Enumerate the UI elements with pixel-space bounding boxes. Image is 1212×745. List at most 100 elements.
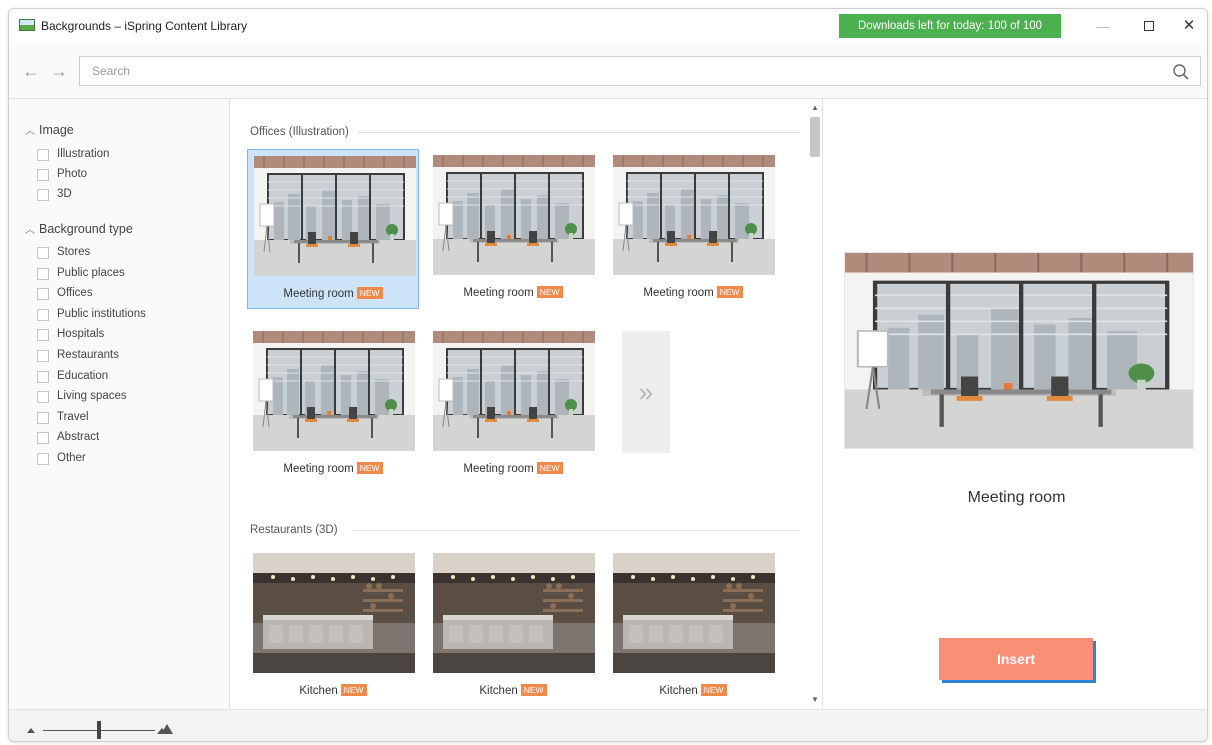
checkbox[interactable] [37,247,49,259]
tile-title: Kitchen [479,685,518,697]
tile-title: Meeting room [463,463,534,475]
checkbox[interactable] [37,391,49,403]
section-divider [352,530,800,531]
close-button[interactable]: ✕ [1169,13,1207,39]
background-tile[interactable]: Meeting room NEW [427,149,599,309]
tile-label: Meeting room NEW [607,286,779,299]
new-badge: NEW [356,287,383,299]
filter-label: Illustration [57,148,110,160]
maximize-button[interactable] [1129,13,1169,39]
preview-panel: Meeting room Insert [824,99,1207,709]
chevron-up-icon: ︿ [25,225,35,236]
filter-sidebar: ︿ Image Illustration Photo 3D ︿ Background… [9,99,230,709]
status-bar [9,709,1207,741]
meeting-room-thumbnail [433,155,595,275]
checkbox[interactable] [37,432,49,444]
scroll-down-arrow-icon[interactable]: ▼ [807,693,823,707]
tile-title: Meeting room [643,287,714,299]
tile-title: Meeting room [463,287,534,299]
scroll-up-arrow-icon[interactable]: ▲ [807,101,823,115]
forward-button[interactable]: → [49,61,69,81]
filter-label: Restaurants [57,349,120,361]
backgrounds-grid: Offices (Illustration) Meeting room NEW M… [230,99,807,709]
checkbox[interactable] [37,189,49,201]
tile-label: Meeting room NEW [427,462,599,475]
window-title: Backgrounds – iSpring Content Library [41,19,248,33]
preview-image [844,252,1194,449]
checkbox[interactable] [37,149,49,161]
new-badge: NEW [716,286,743,298]
tile-label: Kitchen NEW [247,684,419,697]
maximize-icon [1144,21,1154,31]
kitchen-thumbnail [253,553,415,673]
app-icon [19,19,35,31]
scrollbar-thumb[interactable] [810,117,820,157]
filter-label: Hospitals [57,328,105,340]
filter-label: Living spaces [57,390,127,402]
filter-label: Education [57,370,109,382]
insert-button[interactable]: Insert [939,638,1093,680]
search-icon[interactable] [1172,63,1190,81]
minimize-button[interactable]: — [1083,13,1123,39]
checkbox[interactable] [37,288,49,300]
meeting-room-thumbnail [433,331,595,451]
background-tile[interactable]: Meeting room NEW [427,325,599,485]
kitchen-thumbnail [433,553,595,673]
vertical-scrollbar[interactable]: ▲ ▼ [807,99,823,709]
new-badge: NEW [700,684,727,696]
show-more-button[interactable]: » [622,331,670,453]
background-tile[interactable]: Meeting room NEW [247,149,419,309]
filter-label: Offices [57,287,93,299]
tile-title: Meeting room [283,288,354,300]
checkbox[interactable] [37,309,49,321]
filter-group-image[interactable]: ︿ Image [25,122,74,137]
tile-title: Kitchen [659,685,698,697]
filter-group-background-type[interactable]: ︿ Background type [25,221,133,236]
tile-label: Kitchen NEW [427,684,599,697]
tile-label: Meeting room NEW [427,286,599,299]
meeting-room-thumbnail [254,156,416,276]
zoom-slider-thumb[interactable] [97,721,101,739]
filter-label: Travel [57,411,89,423]
section-title: Restaurants (3D) [250,524,338,536]
tile-label: Meeting room NEW [247,462,419,475]
background-tile[interactable]: Meeting room NEW [607,149,779,309]
filter-label: Stores [57,246,91,258]
tile-title: Kitchen [299,685,338,697]
filter-label: Abstract [57,431,100,443]
checkbox[interactable] [37,268,49,280]
content-library-window: Backgrounds – iSpring Content Library Do… [8,8,1208,742]
filter-label: 3D [57,188,72,200]
tile-label: Meeting room NEW [248,287,418,300]
downloads-left-badge: Downloads left for today: 100 of 100 [839,14,1061,38]
filter-group-label: Background type [39,222,133,236]
section-title: Offices (Illustration) [250,126,349,138]
preview-title: Meeting room [967,489,1066,506]
checkbox[interactable] [37,371,49,383]
toolbar: ← → [9,43,1207,99]
search-input[interactable] [92,62,1162,80]
checkbox[interactable] [37,412,49,424]
new-badge: NEW [340,684,367,696]
background-tile[interactable]: Kitchen NEW [427,547,599,707]
new-badge: NEW [520,684,547,696]
tile-label: Kitchen NEW [607,684,779,697]
zoom-out-icon[interactable] [27,725,37,733]
back-button[interactable]: ← [21,61,41,81]
kitchen-thumbnail [613,553,775,673]
checkbox[interactable] [37,350,49,362]
title-bar: Backgrounds – iSpring Content Library Do… [9,9,1207,43]
zoom-in-icon[interactable] [157,720,173,734]
section-divider [358,132,800,133]
new-badge: NEW [536,286,563,298]
background-tile[interactable]: Kitchen NEW [607,547,779,707]
filter-group-label: Image [39,123,74,137]
tile-title: Meeting room [283,463,354,475]
filter-label: Public places [57,267,125,279]
checkbox[interactable] [37,169,49,181]
checkbox[interactable] [37,453,49,465]
background-tile[interactable]: Kitchen NEW [247,547,419,707]
background-tile[interactable]: Meeting room NEW [247,325,419,485]
meeting-room-thumbnail [613,155,775,275]
checkbox[interactable] [37,329,49,341]
